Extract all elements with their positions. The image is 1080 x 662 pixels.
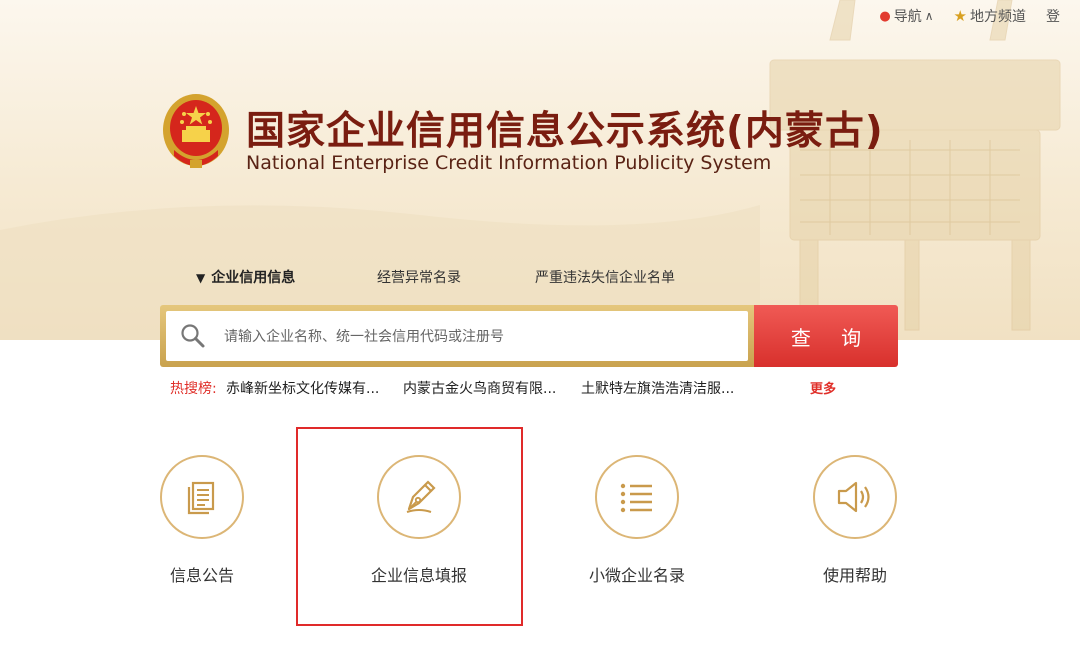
national-emblem-icon <box>163 94 229 168</box>
login-label: 登 <box>1046 9 1060 25</box>
search-button[interactable]: 查 询 <box>754 305 898 367</box>
tab-abnormal-operation-list[interactable]: 经营异常名录 <box>377 267 461 287</box>
pen-nib-icon <box>406 480 436 513</box>
speaker-icon <box>837 481 870 513</box>
feature-small-micro-enterprise-list[interactable]: 小微企业名录 <box>557 455 717 586</box>
feature-icon-circle <box>595 455 679 539</box>
hot-search-item[interactable]: 土默特左旗浩浩清洁服... <box>581 378 734 398</box>
tab-serious-violation-list[interactable]: 严重违法失信企业名单 <box>535 267 675 287</box>
search-bar: 查 询 <box>160 305 898 367</box>
feature-label: 使用帮助 <box>822 566 887 585</box>
nav-menu-link[interactable]: ● 导航 ∧ <box>879 6 933 26</box>
search-frame <box>160 305 754 367</box>
search-input[interactable] <box>222 311 746 363</box>
tab-enterprise-credit-info[interactable]: ▼ 企业信用信息 <box>196 267 295 287</box>
search-input-wrapper <box>166 311 748 363</box>
nav-label: 导航 <box>893 9 922 25</box>
list-icon <box>620 483 652 513</box>
hot-search-more-link[interactable]: 更多 <box>810 378 836 397</box>
star-icon: ★ <box>953 7 967 25</box>
site-title: 国家企业信用信息公示系统(内蒙古) <box>246 109 884 154</box>
feature-usage-help[interactable]: 使用帮助 <box>775 455 935 586</box>
document-icon <box>187 481 215 515</box>
site-subtitle: National Enterprise Credit Information P… <box>246 152 772 174</box>
feature-shortcuts: 信息公告 企业信息填报 小微企业名录 使用帮助 <box>0 455 1080 655</box>
triangle-down-icon: ▼ <box>196 271 206 285</box>
tab-label: 企业信用信息 <box>211 270 296 286</box>
hot-search-label: 热搜榜: <box>170 381 217 397</box>
hot-search-item[interactable]: 内蒙古金火鸟商贸有限... <box>403 378 556 398</box>
tab-label: 严重违法失信企业名单 <box>535 270 675 286</box>
search-icon <box>181 324 205 348</box>
header-banner: ● 导航 ∧ ★ 地方频道 登 国家企业信用信息公示系统(内蒙古) Nation… <box>0 0 1080 340</box>
feature-icon-circle <box>377 455 461 539</box>
hot-search-item[interactable]: 赤峰新坐标文化传媒有... <box>226 378 379 398</box>
local-channel-link[interactable]: ★ 地方频道 <box>954 6 1026 26</box>
login-link[interactable]: 登 <box>1046 6 1060 26</box>
location-pin-icon: ● <box>879 8 891 24</box>
feature-info-announcement[interactable]: 信息公告 <box>122 455 282 586</box>
local-channel-label: 地方频道 <box>970 9 1026 25</box>
tab-label: 经营异常名录 <box>377 270 461 286</box>
feature-label: 信息公告 <box>169 566 234 585</box>
feature-label: 企业信息填报 <box>370 566 467 585</box>
feature-enterprise-info-report[interactable]: 企业信息填报 <box>339 455 499 586</box>
feature-label: 小微企业名录 <box>588 566 685 585</box>
feature-icon-circle <box>813 455 897 539</box>
chevron-up-icon: ∧ <box>924 9 934 23</box>
feature-icon-circle <box>160 455 244 539</box>
top-links: ● 导航 ∧ ★ 地方频道 登 <box>879 6 1080 26</box>
